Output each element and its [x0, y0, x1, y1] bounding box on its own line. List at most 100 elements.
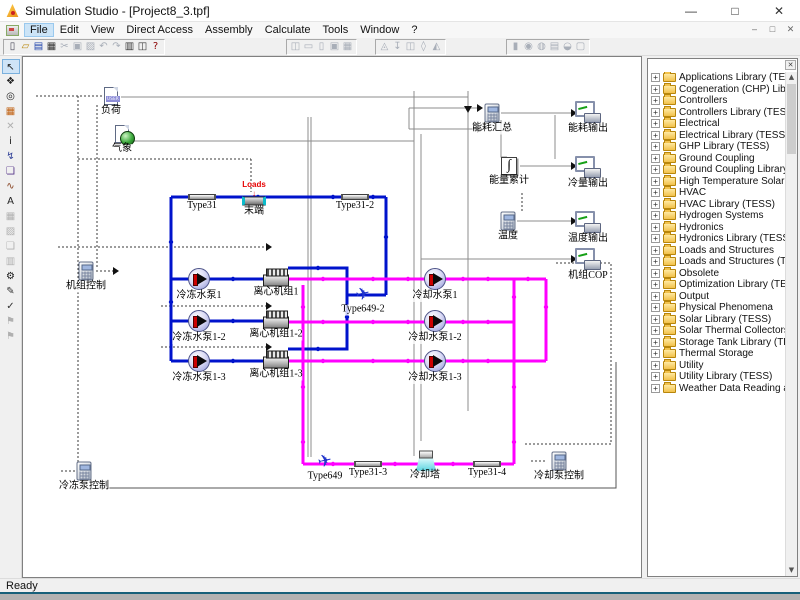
copy-icon[interactable]: ▣ — [71, 40, 84, 54]
report-icon[interactable]: ▤ — [548, 40, 561, 54]
expand-icon[interactable]: + — [651, 269, 660, 278]
tree-item[interactable]: +Weather Data Reading and Process — [648, 383, 785, 395]
menu-file[interactable]: File — [24, 23, 54, 37]
component-cw-pump-control[interactable]: 冷却泵控制 — [552, 452, 567, 471]
undo-icon[interactable]: ↶ — [97, 40, 110, 54]
flag-b-icon[interactable]: ⚑ — [2, 329, 20, 344]
window-tile-horizontal-icon[interactable]: ▭ — [302, 40, 315, 54]
expand-icon[interactable]: + — [651, 361, 660, 370]
sort-order-icon[interactable]: ↧ — [391, 40, 404, 54]
component-chiller-1[interactable]: 离心机组1 — [263, 268, 289, 287]
layers-tool-icon[interactable]: ❏ — [2, 239, 20, 254]
close-icon[interactable]: ✕ — [772, 4, 786, 18]
expand-icon[interactable]: + — [651, 372, 660, 381]
help-icon[interactable]: ? — [149, 40, 162, 54]
pen-tool-icon[interactable]: ✎ — [2, 284, 20, 299]
menu-view[interactable]: View — [85, 23, 121, 37]
settings-gear-icon[interactable]: ⚙ — [2, 269, 20, 284]
redo-icon[interactable]: ↷ — [110, 40, 123, 54]
open-file-icon[interactable]: ▱ — [19, 40, 32, 54]
text-tool-icon[interactable]: A — [2, 194, 20, 209]
component-diverter-type649-2[interactable]: ✈Type649-2 — [356, 287, 370, 304]
expand-icon[interactable]: + — [651, 211, 660, 220]
zoom-tool-icon[interactable]: ◎ — [2, 89, 20, 104]
child-close-icon[interactable]: ✕ — [785, 24, 796, 35]
align-grid-a-icon[interactable]: ▦ — [2, 209, 20, 224]
delete-tool-icon[interactable]: ✕ — [2, 119, 20, 134]
component-load-reader[interactable]: USER负荷 — [104, 87, 118, 105]
component-chw-pump-1[interactable]: 冷冻水泵1 — [188, 268, 210, 290]
check-assembly-icon[interactable]: ◊ — [417, 40, 430, 54]
new-file-icon[interactable]: ▯ — [6, 40, 19, 54]
scroll-down-icon[interactable]: ▼ — [786, 565, 797, 576]
tree-scrollbar[interactable]: ▲ ▼ — [785, 72, 797, 576]
menu-edit[interactable]: Edit — [54, 23, 85, 37]
component-cw-pump-1-3[interactable]: 冷却水泵1-3 — [424, 350, 446, 372]
expand-icon[interactable]: + — [651, 292, 660, 301]
child-minimize-icon[interactable]: – — [749, 24, 760, 35]
component-chiller-1-3[interactable]: 离心机组1-3 — [263, 350, 289, 369]
expand-icon[interactable]: + — [651, 384, 660, 393]
component-chw-pump-1-2[interactable]: 冷冻水泵1-2 — [188, 310, 210, 332]
expand-icon[interactable]: + — [651, 234, 660, 243]
expand-icon[interactable]: + — [651, 108, 660, 117]
child-restore-icon[interactable]: □ — [767, 24, 778, 35]
scrollbar-thumb[interactable] — [787, 84, 796, 154]
component-pipe-type31-4[interactable]: Type31-4 — [473, 461, 501, 467]
window-split-icon[interactable]: ▦ — [341, 40, 354, 54]
window-tile-vertical-icon[interactable]: ▯ — [315, 40, 328, 54]
expand-icon[interactable]: + — [651, 257, 660, 266]
run-tool-icon[interactable]: ✓ — [2, 299, 20, 314]
expand-icon[interactable]: + — [651, 315, 660, 324]
menu-?[interactable]: ? — [405, 23, 423, 37]
deck-file-icon[interactable]: ▢ — [574, 40, 587, 54]
expand-icon[interactable]: + — [651, 131, 660, 140]
expand-icon[interactable]: + — [651, 142, 660, 151]
menu-tools[interactable]: Tools — [317, 23, 355, 37]
component-chw-pump-1-3[interactable]: 冷冻水泵1-3 — [188, 350, 210, 372]
expand-icon[interactable]: + — [651, 246, 660, 255]
info-tool-icon[interactable]: i — [2, 134, 20, 149]
expand-icon[interactable]: + — [651, 349, 660, 358]
component-energy-integrator[interactable]: ∫能量累计 — [501, 157, 517, 175]
component-pipe-type31-3[interactable]: Type31-3 — [354, 461, 382, 467]
component-diverter-type649[interactable]: ✈Type649 — [318, 454, 332, 471]
document-system-icon[interactable] — [6, 25, 19, 36]
menu-calculate[interactable]: Calculate — [259, 23, 317, 37]
print-icon[interactable]: ▥ — [123, 40, 136, 54]
select-tool-icon[interactable]: ↖ — [2, 59, 20, 74]
component-energy-summary[interactable]: 能耗汇总 — [485, 104, 500, 123]
expand-icon[interactable]: + — [651, 119, 660, 128]
expand-icon[interactable]: + — [651, 154, 660, 163]
expand-icon[interactable]: + — [651, 96, 660, 105]
expand-icon[interactable]: + — [651, 85, 660, 94]
component-weather-reader[interactable]: 气象 — [115, 125, 129, 143]
expand-icon[interactable]: + — [651, 200, 660, 209]
link-tool-icon[interactable]: ↯ — [2, 149, 20, 164]
expand-icon[interactable]: + — [651, 303, 660, 312]
online-plotter-icon[interactable]: ◉ — [522, 40, 535, 54]
print-preview-icon[interactable]: ◫ — [136, 40, 149, 54]
expand-icon[interactable]: + — [651, 73, 660, 82]
component-cw-pump-1-2[interactable]: 冷却水泵1-2 — [424, 310, 446, 332]
align-grid-b-icon[interactable]: ▨ — [2, 224, 20, 239]
menu-window[interactable]: Window — [354, 23, 405, 37]
trace-icon[interactable]: ◭ — [430, 40, 443, 54]
export-icon[interactable]: ◒ — [561, 40, 574, 54]
flag-a-icon[interactable]: ⚑ — [2, 314, 20, 329]
minimize-icon[interactable]: — — [684, 4, 698, 18]
project-canvas[interactable]: USER负荷气象Type31末端Type31-2机组控制冷冻水泵1冷冻水泵1-2… — [22, 56, 642, 578]
component-temperature-output[interactable]: 温度输出 — [575, 211, 601, 233]
expand-icon[interactable]: + — [651, 338, 660, 347]
component-cw-pump-1[interactable]: 冷却水泵1 — [424, 268, 446, 290]
parameter-table-icon[interactable]: ◫ — [404, 40, 417, 54]
component-energy-output[interactable]: 能耗输出 — [575, 101, 601, 123]
save-all-icon[interactable]: ▦ — [45, 40, 58, 54]
signal-tool-icon[interactable]: ∿ — [2, 179, 20, 194]
expand-icon[interactable]: + — [651, 177, 660, 186]
stamp-tool-icon[interactable]: ❏ — [2, 164, 20, 179]
paste-icon[interactable]: ▨ — [84, 40, 97, 54]
component-cooling-tower[interactable]: 冷却塔 — [416, 451, 434, 470]
expand-icon[interactable]: + — [651, 188, 660, 197]
expand-icon[interactable]: + — [651, 326, 660, 335]
